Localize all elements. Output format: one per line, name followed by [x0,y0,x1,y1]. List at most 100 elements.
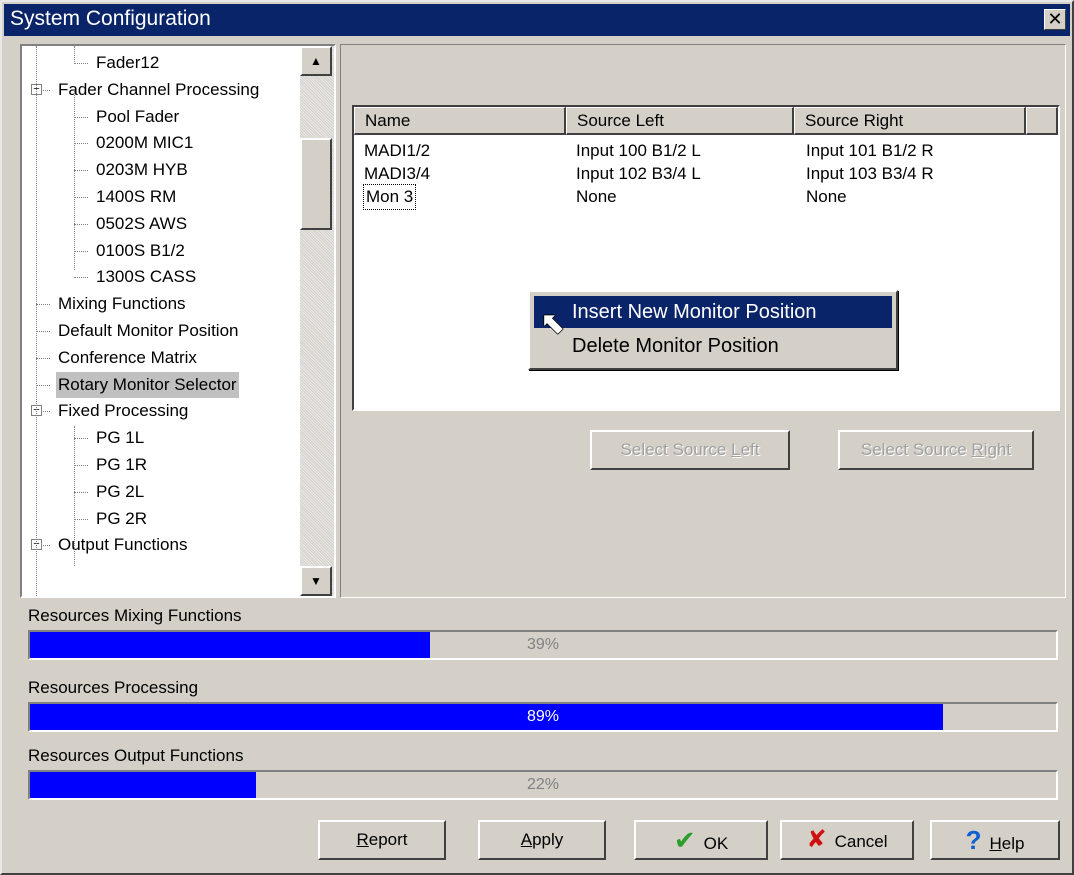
close-button[interactable]: ✕ [1044,9,1066,30]
scroll-thumb[interactable] [300,138,332,230]
tree-connector [74,465,88,466]
tree-connector [36,357,50,359]
tree-connector [74,250,88,252]
resource-label: Resources Mixing Functions [28,606,242,625]
tree-item[interactable]: 1300S CASS [94,264,198,290]
ok-button[interactable]: ✔ OK [634,820,768,860]
tree-item[interactable]: Rotary Monitor Selector [56,371,239,398]
button-label: Select Source [620,440,732,459]
scroll-up-button[interactable]: ▲ [300,46,332,76]
button-label: eft [740,440,760,459]
tree-connector [74,438,88,440]
progress-percent: 22% [526,776,560,793]
tree-item[interactable]: Fader12 [94,50,161,76]
button-label: ight [983,440,1012,459]
select-source-left-button[interactable]: Select Source Left [590,430,790,470]
button-label: Select Source [860,440,972,459]
cancel-button[interactable]: ✘ Cancel [780,820,914,860]
select-source-right-button[interactable]: Select Source Right [838,430,1034,470]
tree-connector [74,170,88,172]
tree-item[interactable]: 1400S RM [94,184,178,210]
resource-label: Resources Output Functions [28,746,244,765]
list-cell[interactable]: Mon 3 [362,184,417,210]
tree-item[interactable]: Fixed Processing [56,398,190,424]
configuration-tree[interactable]: ▲ ▼ Fader12 Fader Channel Processing − Pool… [20,44,336,598]
menu-item-delete-monitor-position[interactable]: Delete Monitor Position [534,330,892,362]
report-button[interactable]: Report [318,820,446,860]
button-accel: R [971,440,984,459]
tree-item[interactable]: 0203M HYB [94,157,190,183]
button-label: eport [368,830,408,849]
column-header-source-left[interactable]: Source Left [566,107,794,135]
list-cell[interactable]: MADI1/2 [364,139,430,163]
tree-item[interactable]: Mixing Functions [56,291,188,317]
tree-item[interactable]: PG 1L [94,425,146,451]
list-cell: Input 103 B3/4 R [806,164,934,183]
column-header-source-right[interactable]: Source Right [794,107,1026,135]
title-bar[interactable]: System Configuration ✕ [4,4,1070,36]
list-cell: Input 100 B1/2 L [576,141,701,160]
tree-item[interactable]: Output Functions [56,532,189,558]
apply-button[interactable]: Apply [478,820,606,860]
tree-branch [74,426,75,566]
column-header-name[interactable]: Name [354,107,566,135]
tree-branch [74,46,75,64]
button-label: elp [1001,834,1025,853]
tree-item[interactable]: PG 2R [94,506,149,532]
tree-item[interactable]: 0200M MIC1 [94,130,195,156]
menu-item-label: Delete Monitor Position [572,335,779,357]
list-cell: None [576,187,617,206]
resource-progress-bar: 39% [28,630,1058,660]
tree-item[interactable]: Fader Channel Processing [56,77,261,103]
button-label: Cancel [834,832,888,851]
resource-label: Resources Processing [28,678,199,697]
tree-connector [74,197,88,198]
button-accel: A [520,830,533,849]
tree-item[interactable]: Pool Fader [94,104,181,130]
tree-item[interactable]: Conference Matrix [56,345,199,371]
context-menu: Insert New Monitor Position Delete Monit… [528,290,898,370]
tree-item[interactable]: 0100S B1/2 [94,238,187,264]
tree-connector [74,143,88,145]
button-accel: R [356,830,369,849]
list-cell: None [806,187,847,206]
list-cell: Input 102 B3/4 L [576,164,701,183]
list-cell: Input 101 B1/2 R [806,141,934,160]
tree-trunk [36,46,37,596]
scroll-down-icon: ▼ [310,574,322,588]
help-icon: ? [965,825,982,855]
progress-percent: 89% [526,708,560,725]
tree-connector [74,277,88,279]
tree-connector [74,518,88,520]
mouse-cursor-icon: ⬉ [540,307,566,340]
tree-connector [74,223,88,225]
tree-item[interactable]: Default Monitor Position [56,318,240,344]
tree-connector [74,491,88,493]
resource-progress-bar: 89% [28,702,1058,732]
tree-item[interactable]: PG 1R [94,452,149,478]
button-accel: H [989,834,1002,853]
button-label: pply [532,830,564,849]
window-title: System Configuration [10,7,211,30]
system-configuration-window: System Configuration ✕ ▲ ▼ Fader12 Fader … [0,0,1074,875]
tree-scrollbar[interactable]: ▲ ▼ [300,46,334,596]
scroll-up-icon: ▲ [310,54,322,68]
list-header: Name Source Left Source Right [354,107,1058,135]
tree-item[interactable]: PG 2L [94,479,146,505]
progress-percent: 39% [526,636,560,653]
menu-item-insert-new-monitor-position[interactable]: Insert New Monitor Position [534,296,892,328]
tree-connector [74,116,88,118]
tree-connector [74,63,88,64]
list-cell[interactable]: MADI3/4 [364,162,430,186]
help-button[interactable]: ? Help [930,820,1060,860]
column-header-filler [1026,107,1058,135]
tree-branch [74,90,75,270]
menu-item-label: Insert New Monitor Position [572,301,817,323]
cross-icon: ✘ [806,826,827,853]
checkmark-icon: ✔ [673,825,696,855]
scroll-down-button[interactable]: ▼ [300,566,332,596]
tree-connector [36,304,50,306]
button-label: OK [703,834,729,853]
tree-item[interactable]: 0502S AWS [94,211,189,237]
resource-progress-bar: 22% [28,770,1058,800]
